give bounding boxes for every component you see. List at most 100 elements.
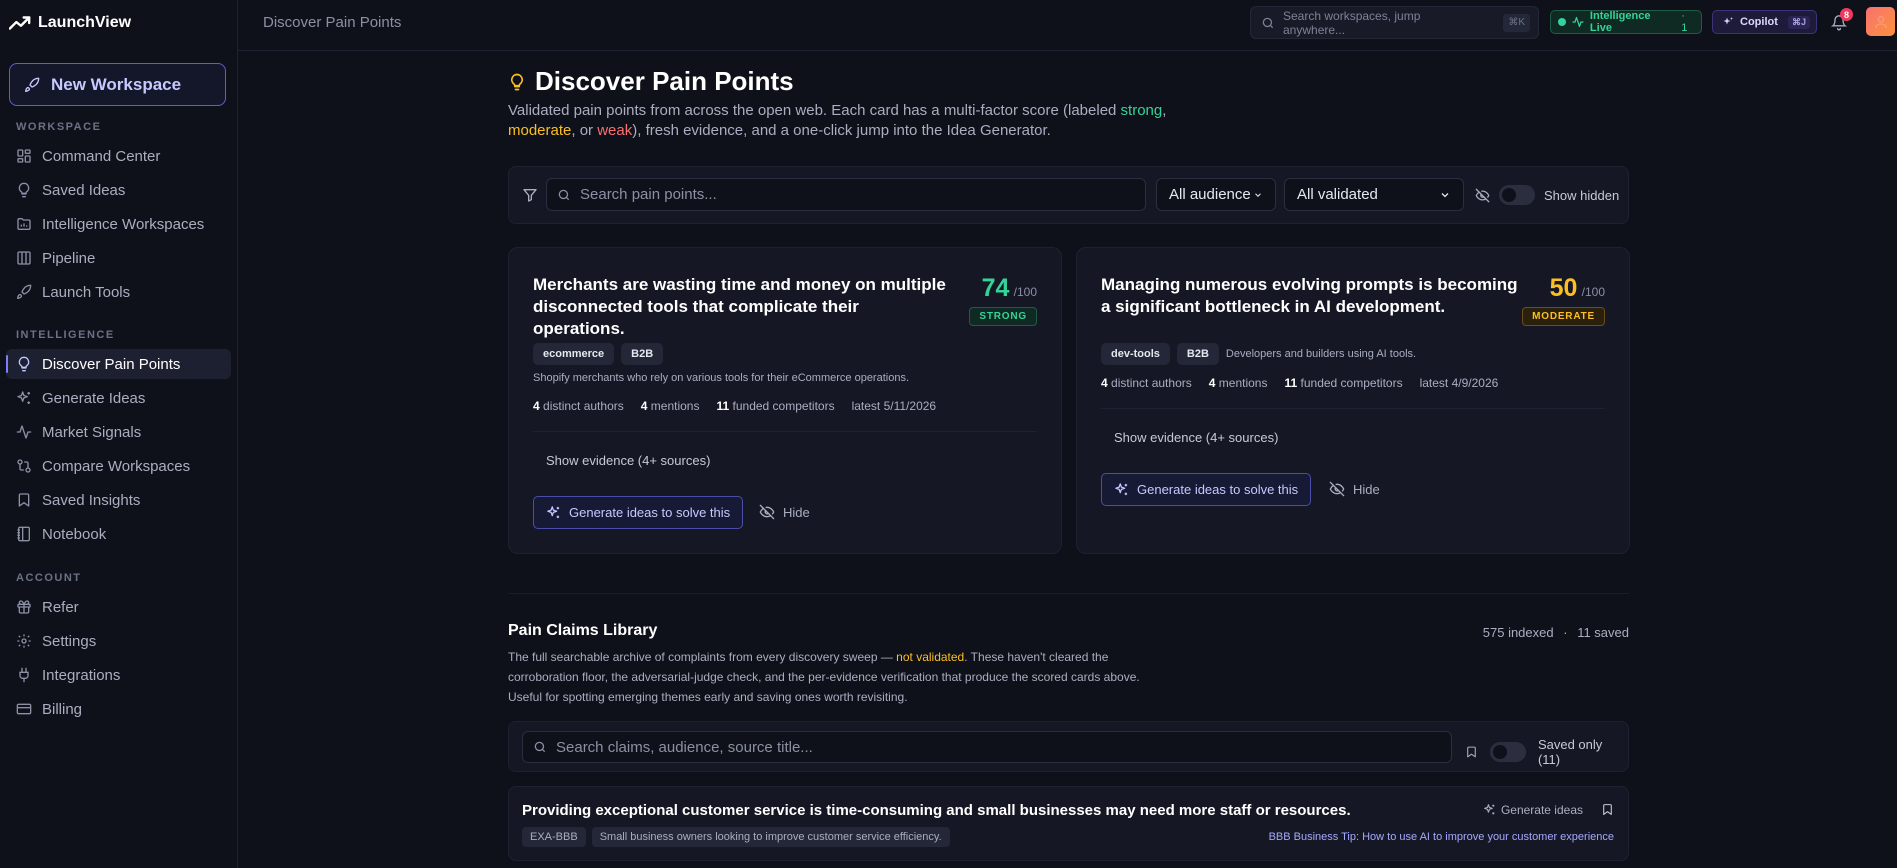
eye-off-icon [1475, 188, 1490, 202]
activity-icon [16, 425, 32, 439]
intelligence-live-badge[interactable]: Intelligence Live · 1 [1550, 10, 1702, 34]
audience-select[interactable]: All audience [1156, 178, 1276, 211]
library-title: Pain Claims Library [508, 622, 658, 639]
rocket-icon [25, 77, 40, 92]
sidebar-item-saved-insights[interactable]: Saved Insights [6, 485, 231, 515]
toggle-switch[interactable] [1499, 185, 1535, 205]
score-value: 74 [981, 274, 1010, 302]
show-hidden-toggle[interactable]: Show hidden [1475, 185, 1619, 205]
validated-select[interactable]: All validated [1284, 178, 1464, 211]
validated-value: All validated [1297, 186, 1378, 203]
sidebar-item-pipeline[interactable]: Pipeline [6, 243, 231, 273]
source-link[interactable]: BBB Business Tip: How to use AI to impro… [1269, 831, 1614, 843]
sidebar-item-label: Notebook [42, 525, 107, 543]
source-tag: EXA-BBB [522, 827, 586, 847]
plug-icon [19, 667, 29, 683]
intel-live-label: Intelligence Live [1589, 10, 1651, 34]
lightbulb-icon [18, 182, 30, 198]
hide-button[interactable]: Hide [759, 504, 810, 520]
chevron-down-icon [1255, 192, 1261, 197]
show-evidence-link[interactable]: Show evidence (4+ sources) [546, 453, 710, 468]
sidebar-item-discover-pain-points[interactable]: Discover Pain Points [6, 349, 231, 379]
pain-point-card: Merchants are wasting time and money on … [508, 247, 1062, 554]
tag[interactable]: B2B [1176, 343, 1219, 365]
live-dot [1558, 18, 1566, 26]
sidebar-item-settings[interactable]: Settings [6, 626, 231, 656]
stat-latest: latest 4/9/2026 [1419, 376, 1499, 390]
tag[interactable]: B2B [621, 343, 664, 365]
sidebar-item-notebook[interactable]: Notebook [6, 519, 231, 549]
score-denominator: /100 [1013, 285, 1037, 299]
pain-points-search-input[interactable]: Search pain points... [546, 178, 1146, 211]
sidebar-item-label: Market Signals [42, 423, 142, 441]
saved-only-toggle[interactable]: Saved only (11) [1465, 737, 1628, 767]
new-workspace-button[interactable]: New Workspace [9, 63, 226, 106]
card-title: Merchants are wasting time and money on … [533, 275, 946, 338]
subtitle-part: , [1162, 102, 1167, 119]
stat-value: 11 [1284, 376, 1298, 390]
stat-authors: 4 distinct authors [533, 399, 624, 413]
score-block: 74 /100 STRONG [969, 274, 1037, 326]
sparkles-icon [547, 506, 560, 519]
weak-label: weak [597, 122, 633, 139]
claim-generate-ideas-button[interactable]: Generate ideas [1483, 803, 1583, 817]
sparkles-icon [1484, 804, 1495, 815]
divider [533, 431, 1037, 432]
saved-only-label: Saved only (11) [1537, 737, 1603, 767]
stat-label: distinct authors [543, 399, 624, 413]
generate-ideas-label: Generate ideas to solve this [569, 505, 731, 520]
claims-search-input[interactable]: Search claims, audience, source title... [522, 731, 1452, 763]
sidebar-item-command-center[interactable]: Command Center [6, 141, 231, 171]
sidebar-item-integrations[interactable]: Integrations [6, 660, 231, 690]
activity-icon [1572, 16, 1584, 28]
hide-label: Hide [783, 504, 810, 520]
avatar[interactable] [1866, 7, 1895, 36]
tag-list: dev-tools B2B Developers and builders us… [1101, 343, 1416, 365]
claim-actions: Generate ideas [1483, 802, 1614, 817]
subtitle-part: , or [571, 122, 598, 139]
copilot-button[interactable]: Copilot ⌘J [1712, 10, 1817, 34]
grid-icon [17, 149, 31, 163]
sidebar-item-billing[interactable]: Billing [6, 694, 231, 724]
generate-ideas-button[interactable]: Generate ideas to solve this [1101, 473, 1312, 506]
brand-logo[interactable]: LaunchView [9, 12, 131, 34]
sidebar-item-generate-ideas[interactable]: Generate Ideas [6, 383, 231, 413]
page-title: Discover Pain Points [508, 66, 794, 97]
generate-ideas-button[interactable]: Generate ideas to solve this [533, 496, 744, 529]
score-value: 50 [1549, 274, 1578, 302]
sidebar-item-market-signals[interactable]: Market Signals [6, 417, 231, 447]
stat-label: funded competitors [1300, 376, 1403, 390]
subtitle-part: ), fresh evidence, and a one-click jump … [632, 122, 1051, 139]
audience-tag: Small business owners looking to improve… [591, 827, 950, 847]
breadcrumb: Discover Pain Points [263, 14, 402, 31]
tag[interactable]: ecommerce [533, 343, 615, 365]
score-block: 50 /100 MODERATE [1522, 274, 1605, 326]
bookmark-icon [1467, 746, 1476, 758]
notification-count: 8 [1840, 8, 1853, 21]
bookmark-icon[interactable] [1601, 802, 1614, 817]
desc-part: The full searchable archive of complaint… [508, 650, 897, 664]
show-evidence-link[interactable]: Show evidence (4+ sources) [1114, 430, 1278, 445]
sidebar-item-saved-ideas[interactable]: Saved Ideas [6, 175, 231, 205]
library-filter-bar: Search claims, audience, source title...… [508, 721, 1629, 772]
stat-label: distinct authors [1111, 376, 1192, 390]
toggle-switch[interactable] [1489, 742, 1526, 762]
global-search[interactable]: Search workspaces, jump anywhere... ⌘K [1250, 6, 1539, 39]
status-badge: MODERATE [1522, 307, 1605, 326]
search-placeholder: Search pain points... [580, 186, 717, 203]
chevron-down-icon [1441, 192, 1449, 197]
sidebar-item-refer[interactable]: Refer [6, 592, 231, 622]
sidebar-item-intelligence-workspaces[interactable]: Intelligence Workspaces [6, 209, 231, 239]
score-denominator: /100 [1581, 285, 1605, 299]
stat-label: mentions [650, 399, 700, 413]
hide-button[interactable]: Hide [1329, 481, 1380, 497]
sidebar-item-label: Launch Tools [42, 283, 131, 301]
sidebar-item-label: Settings [42, 632, 97, 650]
tag[interactable]: dev-tools [1101, 343, 1170, 365]
sidebar-item-launch-tools[interactable]: Launch Tools [6, 277, 231, 307]
sidebar-item-compare-workspaces[interactable]: Compare Workspaces [6, 451, 231, 481]
not-validated-label: not validated [896, 650, 965, 664]
sidebar-item-label: Saved Insights [42, 491, 141, 509]
sidebar-item-label: Discover Pain Points [42, 355, 181, 373]
folder-chart-icon [17, 218, 31, 230]
